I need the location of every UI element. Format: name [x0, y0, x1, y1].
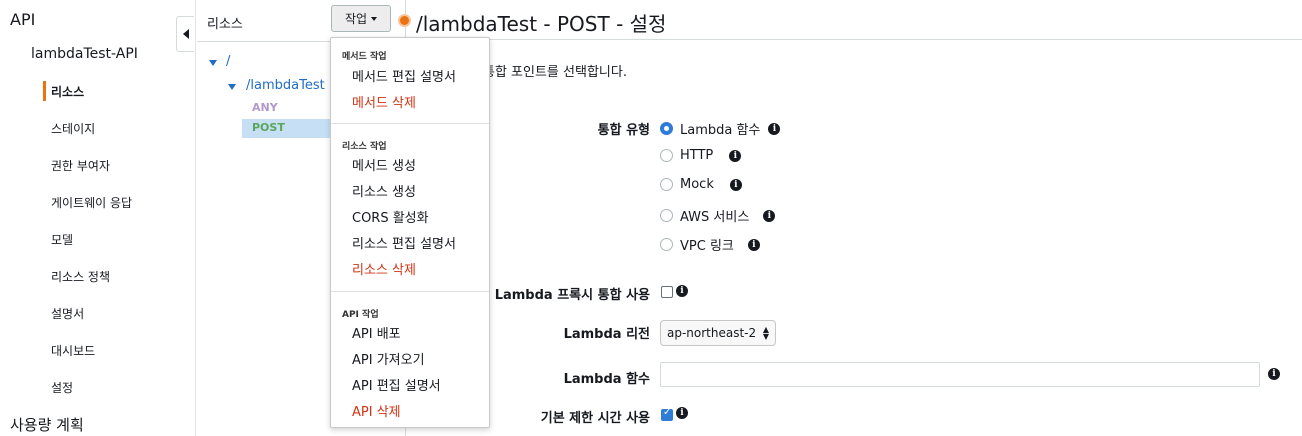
- info-icon[interactable]: i: [729, 149, 742, 162]
- actions-dropdown-menu: 메서드 작업 메서드 편집 설명서 메서드 삭제 리소스 작업 메서드 생성 리…: [330, 37, 490, 428]
- info-icon[interactable]: i: [763, 209, 776, 222]
- info-icon[interactable]: i: [729, 178, 742, 191]
- radio-button[interactable]: [660, 209, 673, 222]
- menu-edit-method-doc[interactable]: 메서드 편집 설명서: [352, 66, 456, 85]
- actions-label: 작업: [344, 12, 368, 26]
- menu-enable-cors[interactable]: CORS 활성화: [352, 207, 429, 226]
- menu-import-api[interactable]: API 가져오기: [352, 349, 425, 368]
- nav-item-settings[interactable]: 설정: [51, 379, 73, 396]
- radio-label: HTTP: [680, 148, 714, 163]
- tree-expand-icon[interactable]: [209, 60, 217, 66]
- collapse-nav-button[interactable]: [176, 16, 194, 52]
- radio-http[interactable]: HTTP i: [660, 148, 742, 163]
- tree-resource-lambdatest[interactable]: /lambdaTest: [246, 78, 325, 93]
- api-title[interactable]: API: [10, 10, 35, 29]
- region-select[interactable]: ap-northeast-2 ▲ ▼: [660, 320, 776, 346]
- menu-edit-api-doc[interactable]: API 편집 설명서: [352, 375, 441, 394]
- actions-button[interactable]: 작업: [331, 5, 391, 32]
- main-header: /lambdaTest - POST - 설정: [398, 0, 1302, 40]
- nav-item-dashboard[interactable]: 대시보드: [51, 342, 95, 359]
- radio-mock[interactable]: Mock i: [660, 177, 742, 192]
- nav-item-gateway-responses[interactable]: 게이트웨이 응답: [51, 194, 132, 211]
- menu-create-resource[interactable]: 리소스 생성: [352, 181, 416, 200]
- page-title: /lambdaTest - POST - 설정: [416, 12, 667, 36]
- radio-vpc-link[interactable]: VPC 링크 i: [660, 235, 760, 254]
- menu-edit-resource-doc[interactable]: 리소스 편집 설명서: [352, 233, 456, 252]
- proxy-integration-checkbox[interactable]: [661, 286, 673, 298]
- section-resource-actions: 리소스 작업: [342, 142, 387, 152]
- section-method-actions: 메서드 작업: [342, 52, 387, 62]
- caret-down-icon: [371, 16, 378, 21]
- radio-label: VPC 링크: [680, 239, 734, 254]
- tree-method-any[interactable]: ANY: [252, 101, 278, 114]
- radio-button[interactable]: [660, 149, 673, 162]
- radio-button[interactable]: [660, 238, 673, 251]
- menu-deploy-api[interactable]: API 배포: [352, 323, 401, 342]
- info-icon[interactable]: i: [768, 122, 781, 135]
- select-arrows-icon: ▲ ▼: [762, 325, 769, 341]
- info-icon[interactable]: i: [676, 407, 688, 419]
- tree-root[interactable]: /: [226, 54, 230, 69]
- nav-item-stages[interactable]: 스테이지: [51, 120, 95, 137]
- active-indicator: [43, 81, 46, 101]
- nav-item-resources[interactable]: 리소스: [51, 83, 84, 100]
- nav-item-resource-policy[interactable]: 리소스 정책: [51, 268, 110, 285]
- nav-item-models[interactable]: 모델: [51, 231, 73, 248]
- api-name[interactable]: lambdaTest-API: [31, 46, 138, 62]
- info-icon[interactable]: i: [676, 285, 688, 297]
- menu-delete-api[interactable]: API 삭제: [352, 401, 401, 420]
- integration-type-label: 통합 유형: [597, 123, 650, 138]
- lambda-function-input[interactable]: [660, 362, 1260, 387]
- radio-label: Lambda 함수: [680, 123, 761, 138]
- menu-divider: [331, 291, 489, 292]
- info-icon[interactable]: i: [1268, 368, 1280, 380]
- menu-divider: [331, 123, 489, 124]
- nav-item-documentation[interactable]: 설명서: [51, 305, 84, 322]
- tree-expand-icon[interactable]: [228, 84, 236, 90]
- nav-item-authorizers[interactable]: 권한 부여자: [51, 157, 110, 174]
- radio-button[interactable]: [660, 122, 673, 135]
- instruction-text: 통합 포인트를 선택합니다.: [483, 65, 627, 80]
- tree-method-post[interactable]: POST: [252, 121, 285, 134]
- resources-label: 리소스: [207, 17, 243, 32]
- method-status-icon: [398, 14, 411, 27]
- radio-aws-service[interactable]: AWS 서비스 i: [660, 206, 776, 225]
- default-timeout-label: 기본 제한 시간 사용: [540, 411, 650, 426]
- radio-lambda-function[interactable]: Lambda 함수 i: [660, 119, 781, 138]
- radio-label: Mock: [680, 177, 714, 192]
- radio-button[interactable]: [660, 178, 673, 191]
- section-api-actions: API 작업: [342, 310, 379, 320]
- region-value: ap-northeast-2: [667, 326, 757, 340]
- function-label: Lambda 함수: [563, 372, 650, 387]
- left-nav: API lambdaTest-API 리소스 스테이지 권한 부여자 게이트웨이…: [0, 0, 196, 436]
- menu-create-method[interactable]: 메서드 생성: [352, 155, 416, 174]
- menu-delete-method[interactable]: 메서드 삭제: [352, 92, 416, 111]
- menu-delete-resource[interactable]: 리소스 삭제: [352, 259, 416, 278]
- radio-label: AWS 서비스: [680, 210, 750, 225]
- chevron-left-icon: [182, 29, 189, 39]
- proxy-integration-label: Lambda 프록시 통합 사용: [494, 288, 650, 303]
- info-icon[interactable]: i: [747, 238, 760, 251]
- nav-item-usage-plans[interactable]: 사용량 계획: [10, 414, 84, 435]
- default-timeout-checkbox[interactable]: [661, 407, 673, 421]
- resources-header: 리소스 작업: [197, 0, 406, 42]
- region-label: Lambda 리전: [563, 327, 650, 342]
